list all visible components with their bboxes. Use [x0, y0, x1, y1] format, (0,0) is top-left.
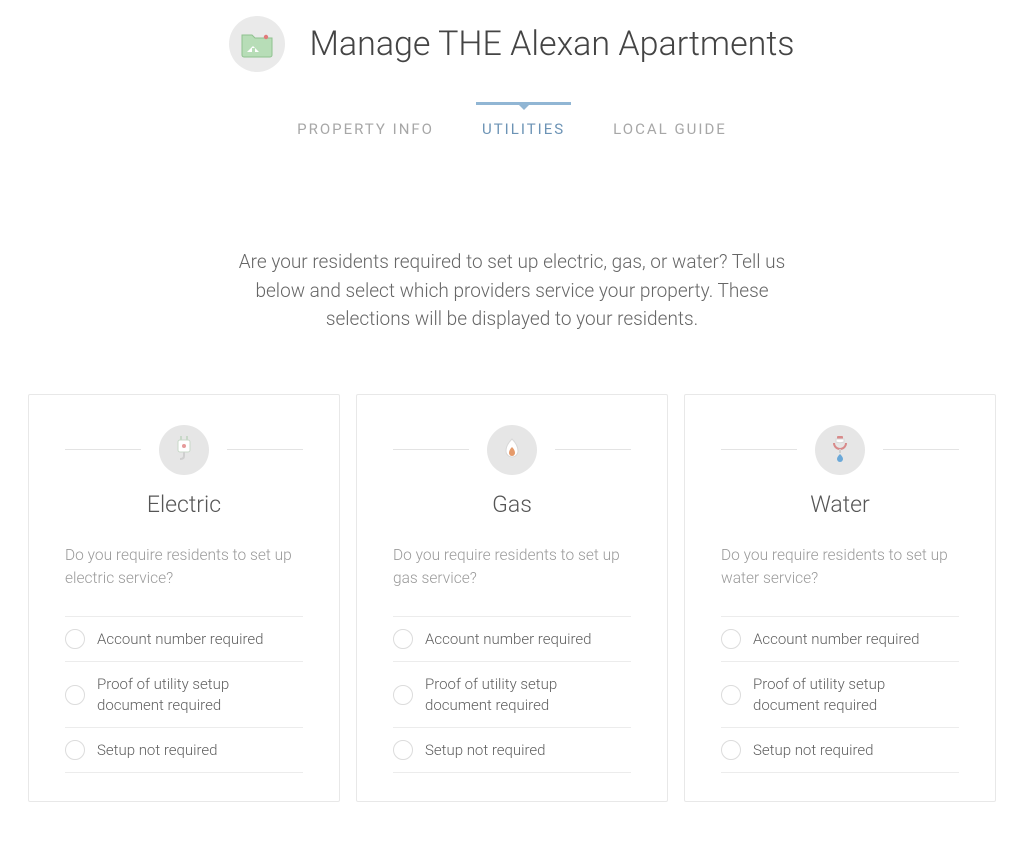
intro-text: Are your residents required to set up el…: [232, 248, 792, 334]
card-title: Electric: [65, 491, 303, 518]
card-electric: Electric Do you require residents to set…: [28, 394, 340, 803]
radio-icon: [721, 740, 741, 760]
card-gas: Gas Do you require residents to set up g…: [356, 394, 668, 803]
tab-utilities[interactable]: Utilities: [478, 102, 569, 148]
utility-cards: Electric Do you require residents to set…: [0, 394, 1024, 803]
option-not-required[interactable]: Setup not required: [393, 728, 631, 773]
page-title: Manage THE Alexan Apartments: [309, 24, 794, 64]
option-label: Account number required: [97, 629, 263, 649]
electric-icon: [159, 425, 209, 475]
card-icon-row: [393, 425, 631, 475]
radio-icon: [721, 685, 741, 705]
card-icon-row: [721, 425, 959, 475]
option-account-number[interactable]: Account number required: [393, 617, 631, 662]
radio-icon: [393, 629, 413, 649]
option-label: Account number required: [753, 629, 919, 649]
property-folder-icon: [229, 16, 285, 72]
option-label: Setup not required: [425, 740, 545, 760]
option-label: Account number required: [425, 629, 591, 649]
card-question: Do you require residents to set up elect…: [65, 544, 303, 591]
option-account-number[interactable]: Account number required: [65, 617, 303, 662]
option-label: Setup not required: [97, 740, 217, 760]
radio-icon: [65, 629, 85, 649]
divider: [883, 449, 959, 450]
radio-icon: [65, 685, 85, 705]
divider: [393, 449, 469, 450]
option-not-required[interactable]: Setup not required: [65, 728, 303, 773]
option-label: Setup not required: [753, 740, 873, 760]
option-proof-document[interactable]: Proof of utility setup document required: [393, 662, 631, 728]
radio-icon: [393, 740, 413, 760]
option-label: Proof of utility setup document required: [425, 674, 623, 715]
page-header: Manage THE Alexan Apartments: [0, 10, 1024, 92]
divider: [227, 449, 303, 450]
divider: [65, 449, 141, 450]
option-proof-document[interactable]: Proof of utility setup document required: [721, 662, 959, 728]
gas-icon: [487, 425, 537, 475]
card-options: Account number required Proof of utility…: [65, 616, 303, 773]
card-question: Do you require residents to set up gas s…: [393, 544, 631, 591]
tabs: Property Info Utilities Local Guide: [0, 102, 1024, 148]
tab-local-guide[interactable]: Local Guide: [609, 102, 731, 148]
radio-icon: [721, 629, 741, 649]
card-options: Account number required Proof of utility…: [721, 616, 959, 773]
option-label: Proof of utility setup document required: [97, 674, 295, 715]
radio-icon: [65, 740, 85, 760]
option-label: Proof of utility setup document required: [753, 674, 951, 715]
option-not-required[interactable]: Setup not required: [721, 728, 959, 773]
option-account-number[interactable]: Account number required: [721, 617, 959, 662]
water-icon: [815, 425, 865, 475]
card-water: Water Do you require residents to set up…: [684, 394, 996, 803]
card-options: Account number required Proof of utility…: [393, 616, 631, 773]
divider: [721, 449, 797, 450]
divider: [555, 449, 631, 450]
card-title: Water: [721, 491, 959, 518]
option-proof-document[interactable]: Proof of utility setup document required: [65, 662, 303, 728]
card-title: Gas: [393, 491, 631, 518]
radio-icon: [393, 685, 413, 705]
tab-property-info[interactable]: Property Info: [293, 102, 438, 148]
card-question: Do you require residents to set up water…: [721, 544, 959, 591]
card-icon-row: [65, 425, 303, 475]
